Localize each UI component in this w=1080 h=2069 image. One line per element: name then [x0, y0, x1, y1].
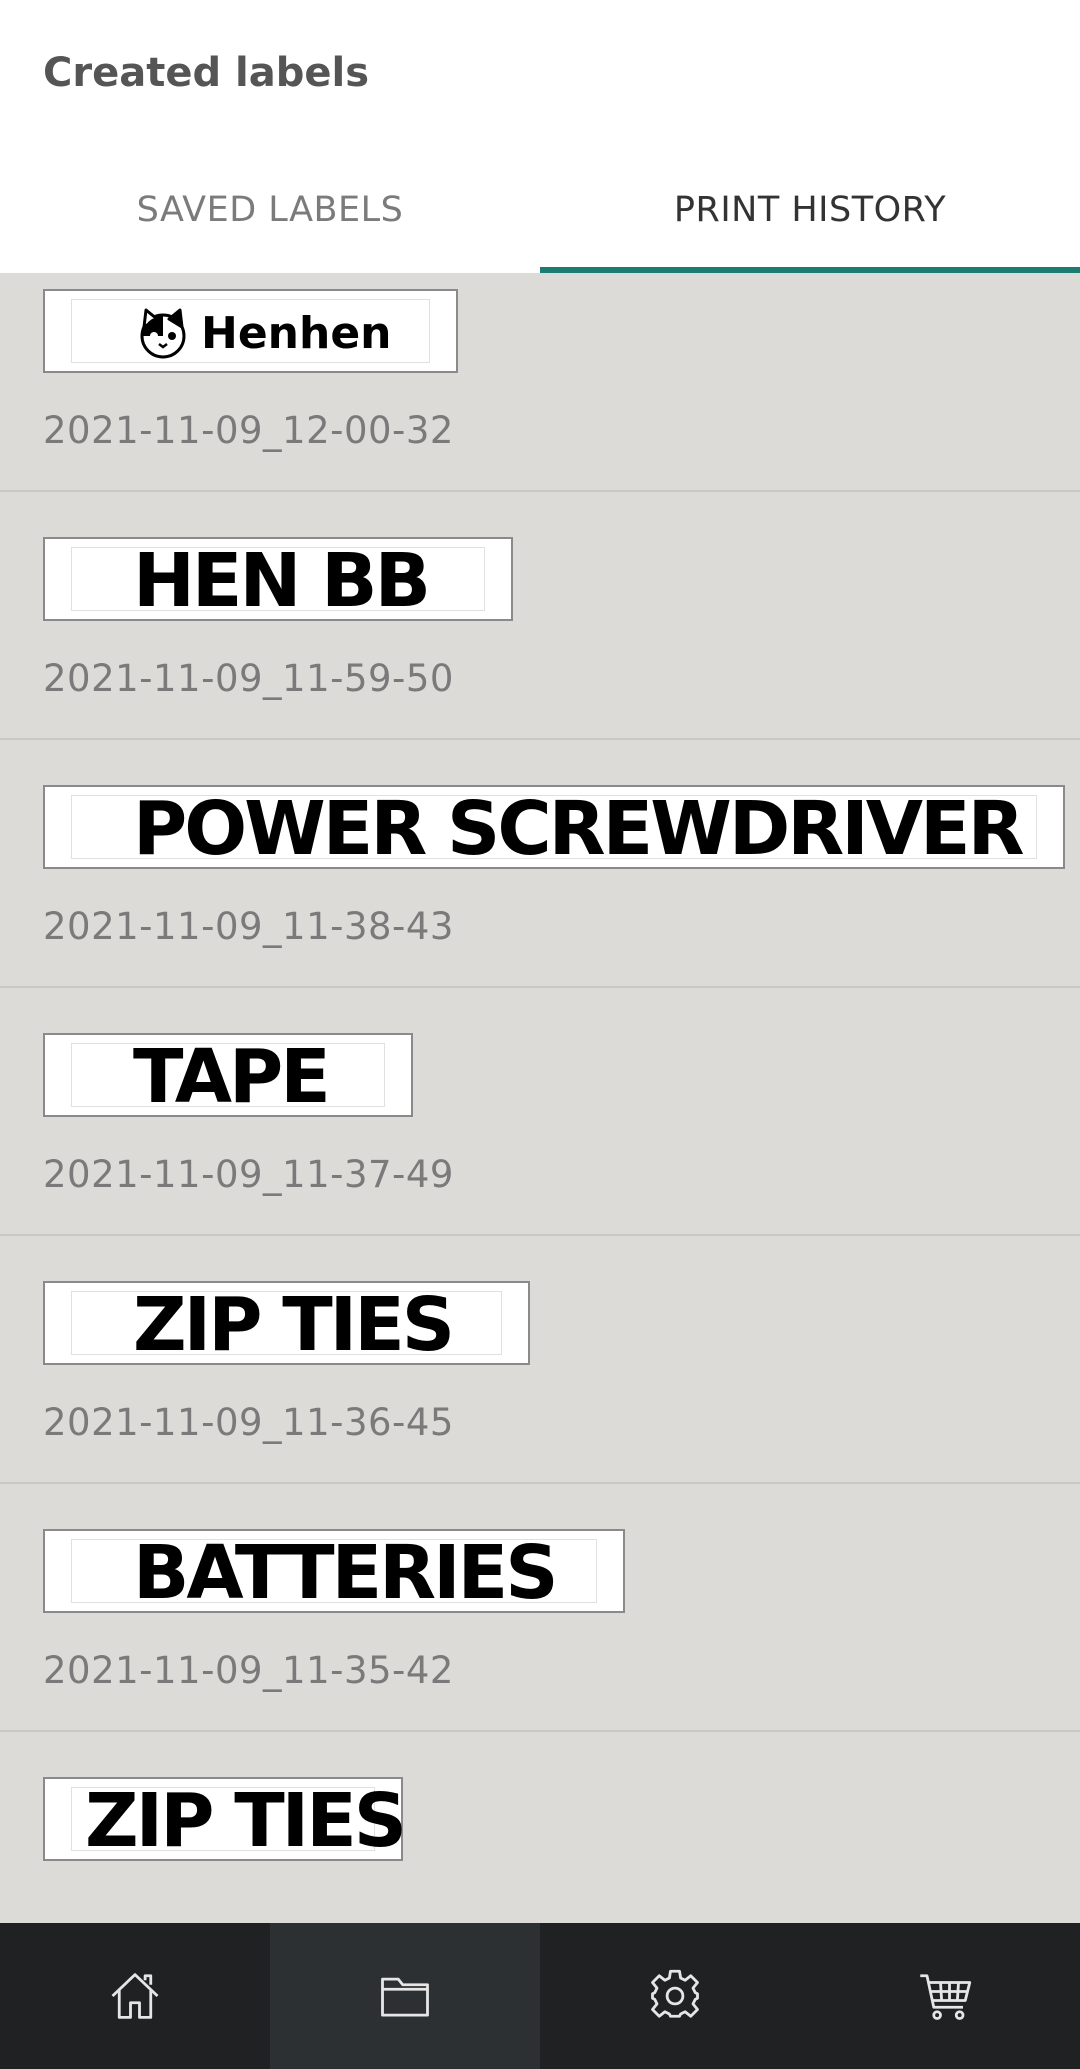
label-text: HEN BB: [133, 538, 431, 624]
nav-settings[interactable]: [540, 1923, 810, 2069]
home-icon: [111, 1973, 159, 2019]
timestamp: 2021-11-09_11-36-45: [43, 1401, 454, 1444]
print-history-list[interactable]: 2021-11-10_15-34-30 Henhen 2021-11-09_12…: [0, 273, 1080, 1923]
tab-bar: SAVED LABELS PRINT HISTORY: [0, 170, 1080, 273]
timestamp: 2021-11-09_12-00-32: [43, 409, 454, 452]
list-item[interactable]: ZIP TIES: [0, 1732, 1080, 1923]
label-preview: ZIP TIES: [43, 1281, 530, 1368]
label-preview: Henhen: [43, 289, 458, 373]
label-preview: ZIP TIES: [43, 1777, 407, 1864]
label-preview: POWER SCREWDRIVER: [43, 785, 1065, 872]
label-text: POWER SCREWDRIVER: [133, 786, 1025, 872]
timestamp: 2021-11-09_11-59-50: [43, 657, 454, 700]
list-item[interactable]: BATTERIES 2021-11-09_11-35-42: [0, 1484, 1080, 1732]
label-preview: BATTERIES: [43, 1529, 625, 1616]
label-text: ZIP TIES: [133, 1282, 455, 1368]
folder-icon: [381, 1977, 429, 2017]
gear-icon: [651, 1969, 699, 2018]
timestamp: 2021-11-09_11-38-43: [43, 905, 454, 948]
label-text: ZIP TIES: [85, 1778, 407, 1864]
label-preview: HEN BB: [43, 537, 513, 624]
list-item[interactable]: Henhen 2021-11-09_12-00-32: [0, 273, 1080, 492]
tab-saved-labels[interactable]: SAVED LABELS: [0, 170, 540, 273]
nav-home[interactable]: [0, 1923, 270, 2069]
list-item[interactable]: TAPE 2021-11-09_11-37-49: [0, 988, 1080, 1236]
timestamp: 2021-11-09_11-37-49: [43, 1153, 454, 1196]
list-item[interactable]: ZIP TIES 2021-11-09_11-36-45: [0, 1236, 1080, 1484]
header: Created labels SAVED LABELS PRINT HISTOR…: [0, 0, 1080, 273]
label-text: Henhen: [201, 308, 392, 359]
list-item[interactable]: HEN BB 2021-11-09_11-59-50: [0, 492, 1080, 740]
cat-icon: [140, 308, 186, 359]
list-item[interactable]: POWER SCREWDRIVER 2021-11-09_11-38-43: [0, 740, 1080, 988]
cart-icon: [920, 1974, 972, 2020]
label-text: TAPE: [133, 1034, 331, 1120]
timestamp: 2021-11-09_11-35-42: [43, 1649, 454, 1692]
label-text: BATTERIES: [133, 1530, 558, 1616]
nav-cart[interactable]: [810, 1923, 1080, 2069]
nav-folder[interactable]: [270, 1923, 540, 2069]
page-title: Created labels: [43, 50, 369, 96]
tab-print-history[interactable]: PRINT HISTORY: [540, 170, 1080, 273]
label-preview: TAPE: [43, 1033, 413, 1120]
bottom-nav: [0, 1923, 1080, 2069]
